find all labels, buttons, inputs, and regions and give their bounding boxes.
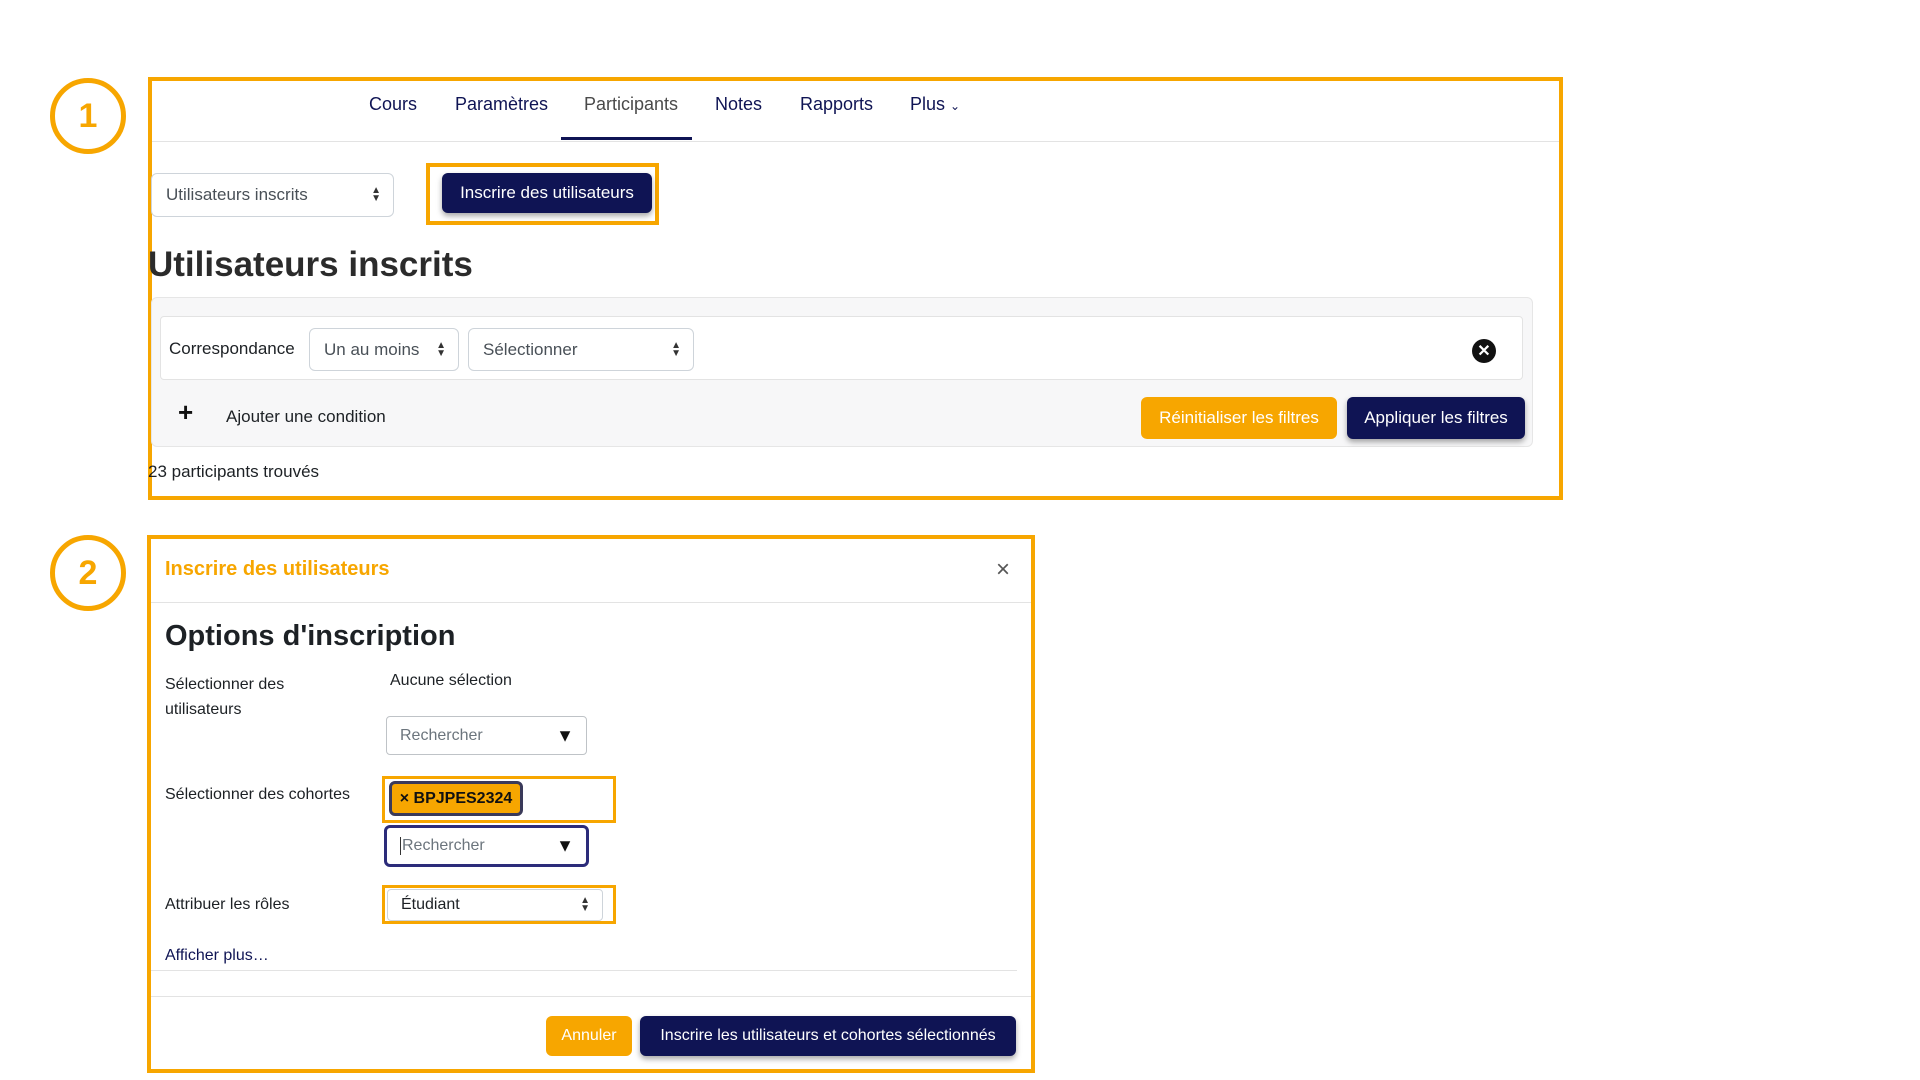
users-search-input[interactable]: Rechercher ▼: [386, 716, 587, 755]
tab-plus[interactable]: Plus ⌄: [910, 94, 960, 115]
sort-caret-icon: ▲ ▼: [671, 339, 681, 359]
step-1-marker: 1: [50, 78, 126, 154]
modal-title: Inscrire des utilisateurs: [165, 558, 390, 580]
dropdown-arrow-icon: ▼: [556, 835, 574, 856]
dropdown-arrow-icon: ▼: [556, 725, 574, 745]
tab-plus-label: Plus: [910, 94, 946, 114]
enrol-users-button[interactable]: Inscrire des utilisateurs: [442, 173, 652, 213]
tab-parametres[interactable]: Paramètres: [455, 94, 548, 115]
cohorts-search-input[interactable]: Rechercher ▼: [384, 825, 589, 867]
step-2-marker: 2: [50, 535, 126, 611]
filter-type-value: Sélectionner: [483, 339, 578, 359]
cohorts-search-placeholder: Rechercher: [400, 837, 485, 855]
active-tab-indicator: [561, 137, 692, 140]
enrolment-view-value: Utilisateurs inscrits: [166, 185, 308, 204]
role-select[interactable]: Étudiant ▲ ▼: [387, 889, 603, 921]
cancel-button[interactable]: Annuler: [546, 1016, 632, 1056]
match-label: Correspondance: [169, 339, 295, 358]
tab-cours[interactable]: Cours: [369, 94, 417, 115]
plus-icon[interactable]: +: [178, 399, 193, 425]
tab-rapports[interactable]: Rapports: [800, 94, 873, 115]
tab-participants[interactable]: Participants: [584, 94, 678, 115]
filter-type-select[interactable]: Sélectionner ▲ ▼: [468, 328, 694, 371]
assign-roles-label: Attribuer les rôles: [165, 896, 290, 913]
close-icon[interactable]: ×: [996, 556, 1010, 584]
form-divider: [151, 970, 1017, 971]
enrolment-view-select[interactable]: Utilisateurs inscrits ▲ ▼: [151, 173, 394, 217]
match-type-value: Un au moins: [324, 339, 420, 359]
section-title: Options d'inscription: [165, 620, 456, 652]
nav-divider: [152, 141, 1559, 142]
modal-footer-divider: [151, 996, 1031, 997]
role-value: Étudiant: [401, 896, 460, 913]
tab-notes[interactable]: Notes: [715, 94, 762, 115]
reset-filters-button[interactable]: Réinitialiser les filtres: [1141, 397, 1337, 439]
modal-header-divider: [151, 602, 1031, 603]
apply-filters-button[interactable]: Appliquer les filtres: [1347, 397, 1525, 439]
remove-condition-icon[interactable]: ✕: [1472, 339, 1496, 363]
enrol-selected-button[interactable]: Inscrire les utilisateurs et cohortes sé…: [640, 1016, 1016, 1056]
page-title: Utilisateurs inscrits: [148, 245, 473, 284]
add-condition-link[interactable]: Ajouter une condition: [226, 407, 386, 427]
sort-caret-icon: ▲ ▼: [580, 895, 590, 914]
match-type-select[interactable]: Un au moins ▲ ▼: [309, 328, 459, 371]
show-more-link[interactable]: Afficher plus…: [165, 947, 269, 965]
sort-caret-icon: ▲ ▼: [436, 339, 446, 359]
participants-count: 23 participants trouvés: [148, 462, 320, 481]
select-cohorts-label: Sélectionner des cohortes: [165, 786, 350, 803]
step-1-number: 1: [78, 96, 98, 135]
users-selection-status: Aucune sélection: [390, 672, 512, 689]
select-users-label: Sélectionner des utilisateurs: [165, 676, 285, 718]
cohort-chip[interactable]: × BPJPES2324: [389, 781, 523, 816]
step-2-number: 2: [78, 553, 98, 592]
users-search-placeholder: Rechercher: [400, 726, 483, 744]
chevron-down-icon: ⌄: [950, 99, 961, 113]
sort-caret-icon: ▲ ▼: [371, 185, 381, 204]
